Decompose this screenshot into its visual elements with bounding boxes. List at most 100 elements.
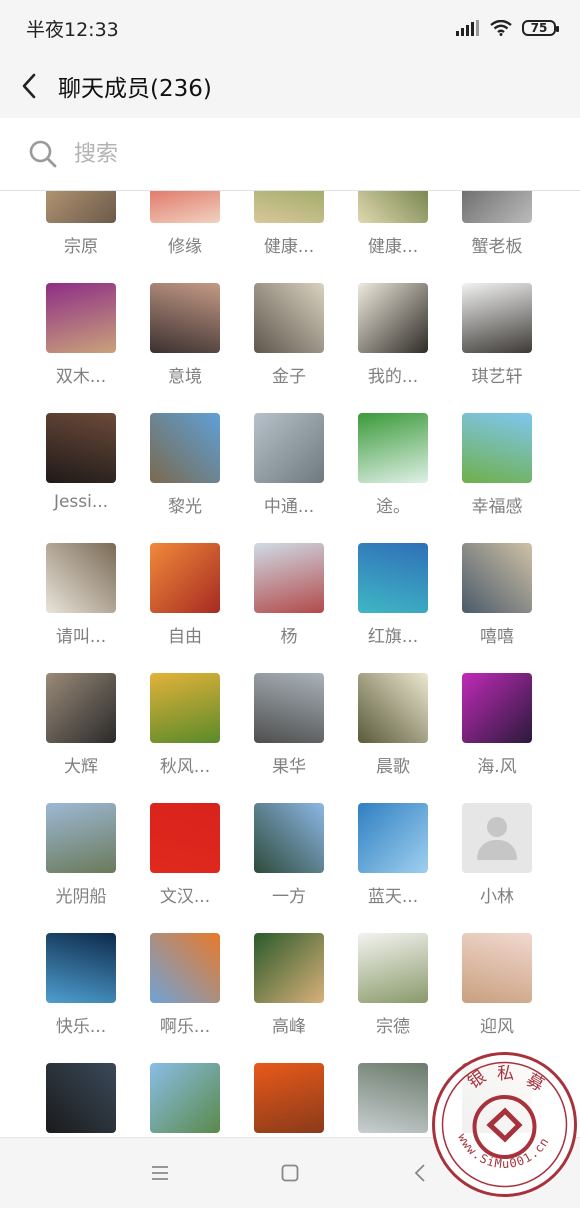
member-avatar[interactable]	[358, 1063, 428, 1133]
member-item[interactable]: 小林	[445, 784, 549, 914]
header: 聊天成员(236)	[0, 56, 580, 116]
member-item[interactable]	[341, 1044, 445, 1137]
member-avatar[interactable]	[254, 803, 324, 873]
member-avatar[interactable]	[150, 933, 220, 1003]
member-avatar[interactable]	[254, 283, 324, 353]
member-item[interactable]: 宗德	[341, 914, 445, 1044]
member-name: 迎风	[480, 1017, 514, 1037]
menu-icon	[152, 1166, 168, 1180]
member-avatar[interactable]	[462, 933, 532, 1003]
status-bar: 半夜12:33 75	[0, 0, 580, 56]
member-name: 我的...	[367, 367, 419, 387]
member-avatar[interactable]	[358, 191, 428, 223]
member-name: 快乐...	[55, 1017, 107, 1037]
member-name: 幸福感	[471, 497, 523, 517]
member-item[interactable]: 我的...	[341, 264, 445, 394]
member-item[interactable]: 健康...	[341, 191, 445, 264]
member-item[interactable]: 健康...	[237, 191, 341, 264]
member-item[interactable]: 宗原	[29, 191, 133, 264]
member-item[interactable]: 意境	[133, 264, 237, 394]
member-name: 高峰	[272, 1017, 306, 1037]
member-item[interactable]: Jessi...	[29, 394, 133, 524]
member-item[interactable]	[29, 1044, 133, 1137]
member-item[interactable]: 一方	[237, 784, 341, 914]
member-item[interactable]: 途。	[341, 394, 445, 524]
member-avatar[interactable]	[150, 803, 220, 873]
member-avatar[interactable]	[46, 191, 116, 223]
member-avatar[interactable]	[46, 1063, 116, 1133]
member-item[interactable]: 嘻嘻	[445, 524, 549, 654]
member-avatar[interactable]	[358, 803, 428, 873]
member-avatar[interactable]	[254, 933, 324, 1003]
member-avatar[interactable]	[150, 191, 220, 223]
member-avatar[interactable]	[46, 543, 116, 613]
home-button[interactable]	[275, 1158, 305, 1188]
member-item[interactable]: 文汉...	[133, 784, 237, 914]
member-name: 蟹老板	[471, 237, 523, 257]
member-avatar[interactable]	[358, 413, 428, 483]
member-item[interactable]: 果华	[237, 654, 341, 784]
member-avatar[interactable]	[358, 673, 428, 743]
member-item[interactable]: 秋风...	[133, 654, 237, 784]
member-item[interactable]: 自由	[133, 524, 237, 654]
member-item[interactable]: 快乐...	[29, 914, 133, 1044]
member-item[interactable]: 蓝天...	[341, 784, 445, 914]
home-icon	[281, 1164, 299, 1182]
member-avatar[interactable]	[462, 283, 532, 353]
member-item[interactable]: 红旗...	[341, 524, 445, 654]
member-item[interactable]	[237, 1044, 341, 1137]
member-avatar[interactable]	[358, 283, 428, 353]
member-avatar[interactable]	[254, 191, 324, 223]
default-avatar-icon[interactable]	[462, 803, 532, 873]
member-item[interactable]: 黎光	[133, 394, 237, 524]
member-avatar[interactable]	[358, 933, 428, 1003]
member-avatar[interactable]	[254, 1063, 324, 1133]
member-avatar[interactable]	[46, 283, 116, 353]
member-avatar[interactable]	[462, 191, 532, 223]
member-item[interactable]: 中通...	[237, 394, 341, 524]
member-avatar[interactable]	[46, 933, 116, 1003]
member-item[interactable]: 琪艺轩	[445, 264, 549, 394]
member-item[interactable]: 高峰	[237, 914, 341, 1044]
nav-back-button[interactable]	[405, 1158, 435, 1188]
member-avatar[interactable]	[462, 543, 532, 613]
member-avatar[interactable]	[150, 543, 220, 613]
member-avatar[interactable]	[254, 413, 324, 483]
back-button[interactable]	[0, 56, 58, 116]
member-item[interactable]: 金子	[237, 264, 341, 394]
member-item[interactable]: 蟹老板	[445, 191, 549, 264]
member-item[interactable]: 光阴船	[29, 784, 133, 914]
member-item[interactable]: 海.风	[445, 654, 549, 784]
menu-button[interactable]	[145, 1158, 175, 1188]
member-item[interactable]: 修缘	[133, 191, 237, 264]
member-avatar[interactable]	[254, 543, 324, 613]
member-avatar[interactable]	[150, 1063, 220, 1133]
member-avatar[interactable]	[462, 673, 532, 743]
member-item[interactable]: 晨歌	[341, 654, 445, 784]
member-name: 一方	[272, 887, 306, 907]
member-item[interactable]: 杨	[237, 524, 341, 654]
member-name: 意境	[168, 367, 202, 387]
member-avatar[interactable]	[462, 413, 532, 483]
member-item[interactable]: 迎风	[445, 914, 549, 1044]
member-avatar[interactable]	[46, 673, 116, 743]
member-list[interactable]: 宗原 修缘 健康... 健康... 蟹老板 双木... 意境 金子 我的... 琪艺轩 Jessi.…	[0, 191, 580, 1137]
member-avatar[interactable]	[150, 413, 220, 483]
member-item[interactable]: 请叫...	[29, 524, 133, 654]
member-name: 中通...	[263, 497, 315, 517]
member-item[interactable]: 幸福感	[445, 394, 549, 524]
member-item[interactable]: 大辉	[29, 654, 133, 784]
member-avatar[interactable]	[254, 673, 324, 743]
svg-text:银: 银	[464, 1067, 489, 1093]
search-input[interactable]	[72, 140, 526, 168]
member-item[interactable]	[133, 1044, 237, 1137]
member-item[interactable]: 啊乐...	[133, 914, 237, 1044]
member-avatar[interactable]	[150, 283, 220, 353]
member-avatar[interactable]	[150, 673, 220, 743]
search-bar[interactable]	[0, 118, 580, 191]
member-avatar[interactable]	[46, 413, 116, 483]
member-avatar[interactable]	[46, 803, 116, 873]
member-name: 果华	[272, 757, 306, 777]
member-avatar[interactable]	[358, 543, 428, 613]
member-item[interactable]: 双木...	[29, 264, 133, 394]
